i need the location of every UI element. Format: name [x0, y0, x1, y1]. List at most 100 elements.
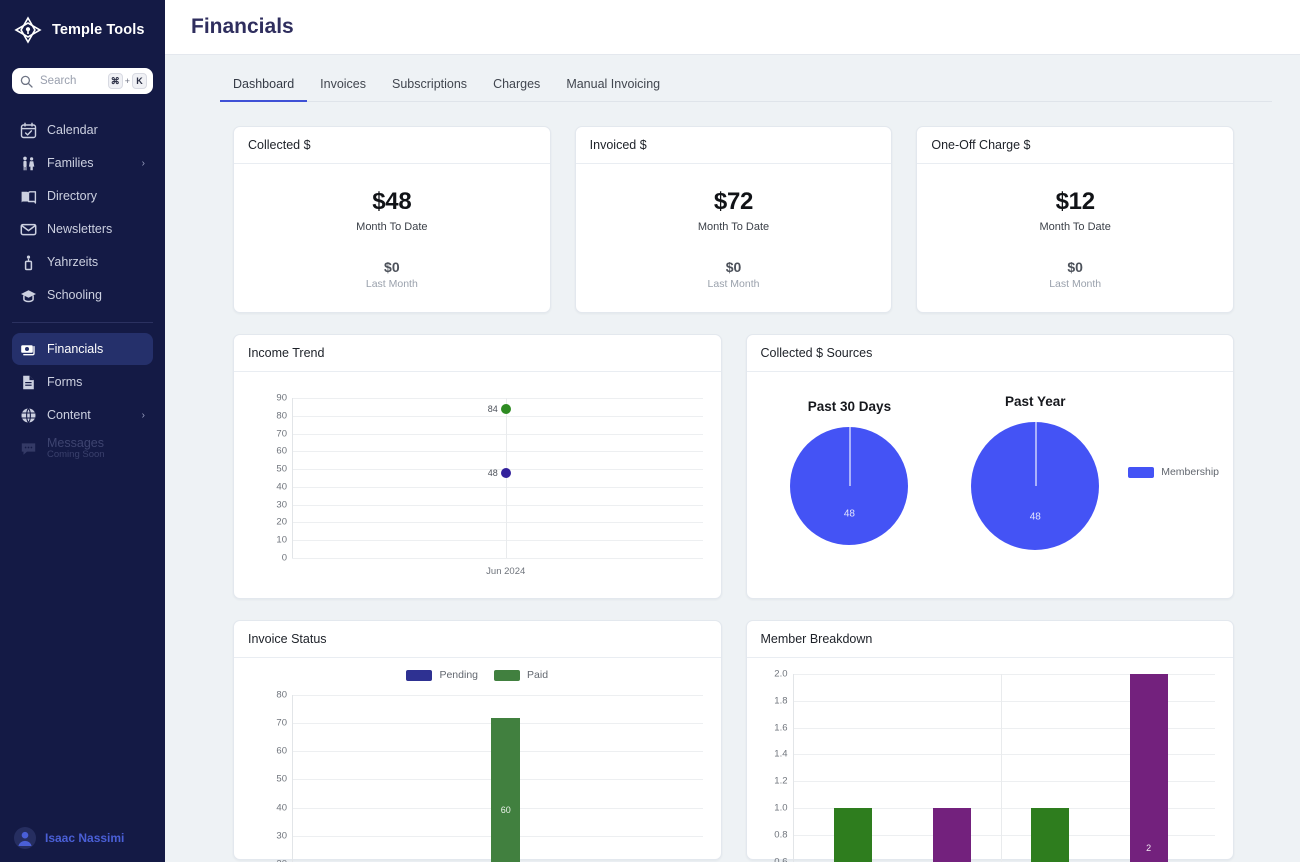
- sidebar-item-label: Yahrzeits: [47, 255, 145, 269]
- stat-mtd-value: $48: [244, 188, 540, 216]
- sidebar-item-calendar[interactable]: Calendar: [12, 114, 153, 146]
- pie-past-30-days: Past 30 Days 48: [757, 399, 943, 545]
- panel-invoice-status: Invoice Status Pending Paid: [233, 620, 722, 860]
- gridline: [292, 522, 703, 523]
- sidebar-item-label: Financials: [47, 342, 145, 356]
- sidebar-item-label: Directory: [47, 189, 145, 203]
- user-name: Isaac Nassimi: [45, 831, 124, 845]
- gridline: [292, 558, 703, 559]
- search-shortcut: ⌘ + K: [108, 73, 147, 89]
- tab-subscriptions[interactable]: Subscriptions: [379, 73, 480, 102]
- y-axis-tick: 0.6: [774, 856, 787, 862]
- bar[interactable]: 1: [834, 808, 872, 862]
- sidebar-item-label: Messages: [47, 436, 105, 450]
- sidebar-item-schooling[interactable]: Schooling: [12, 279, 153, 311]
- income-trend-chart: 01020304050607080908448Jun 2024: [234, 372, 721, 598]
- y-axis-line: [292, 695, 293, 862]
- tab-invoices[interactable]: Invoices: [307, 73, 379, 102]
- stat-last-value: $0: [244, 259, 540, 275]
- y-axis-tick: 20: [276, 858, 287, 862]
- stat-last-caption: Last Month: [586, 278, 882, 290]
- sidebar-item-label: Calendar: [47, 123, 145, 137]
- kbd-plus: +: [125, 76, 130, 86]
- pies-container: Past 30 Days 48 Past Year 48: [747, 372, 1234, 570]
- sidebar-item-label: Forms: [47, 375, 145, 389]
- panel-income-trend: Income Trend 01020304050607080908448Jun …: [233, 334, 722, 599]
- bar[interactable]: 1: [933, 808, 971, 862]
- stat-card-collected: Collected $ $48 Month To Date $0 Last Mo…: [233, 126, 551, 313]
- search-input[interactable]: [40, 75, 101, 87]
- gridline: [292, 505, 703, 506]
- pie-chart[interactable]: 48: [790, 427, 908, 545]
- candle-icon: [20, 254, 37, 271]
- pie-seam: [849, 427, 851, 486]
- stat-last-caption: Last Month: [927, 278, 1223, 290]
- stat-body: $12 Month To Date $0 Last Month: [917, 164, 1233, 312]
- card-title: Invoice Status: [234, 621, 721, 658]
- stat-mtd-caption: Month To Date: [244, 221, 540, 233]
- pie-legend: Membership: [1128, 466, 1223, 478]
- sidebar-divider: [12, 322, 153, 323]
- y-axis-tick: 30: [276, 830, 287, 841]
- dashboard-content: Collected $ $48 Month To Date $0 Last Mo…: [165, 102, 1300, 862]
- card-title: Collected $ Sources: [747, 335, 1234, 372]
- bar[interactable]: 2: [1130, 674, 1168, 862]
- bar[interactable]: 1: [1031, 808, 1069, 862]
- graduation-cap-icon: [20, 287, 37, 304]
- stat-mtd-value: $12: [927, 188, 1223, 216]
- data-point-label: 84: [488, 404, 498, 414]
- y-axis-tick: 20: [276, 517, 287, 528]
- collected-sources-chart: Past 30 Days 48 Past Year 48: [747, 372, 1234, 598]
- gridline: [292, 398, 703, 399]
- money-icon: [20, 341, 37, 358]
- legend-label-paid: Paid: [527, 669, 548, 681]
- card-title: Collected $: [234, 127, 550, 164]
- tab-dashboard[interactable]: Dashboard: [220, 73, 307, 102]
- sidebar-item-forms[interactable]: Forms: [12, 366, 153, 398]
- y-axis-tick: 30: [276, 499, 287, 510]
- legend-swatch-paid: [494, 670, 520, 681]
- charts-row-2: Invoice Status Pending Paid: [233, 620, 1234, 860]
- pie-value-label: 48: [1030, 511, 1041, 522]
- kbd-command: ⌘: [108, 73, 123, 89]
- tabs: Dashboard Invoices Subscriptions Charges…: [220, 73, 1272, 102]
- y-axis-tick: 70: [276, 428, 287, 439]
- brand[interactable]: Temple Tools: [0, 0, 165, 58]
- pie-seam: [1035, 422, 1037, 486]
- search-box[interactable]: ⌘ + K: [12, 68, 153, 94]
- stat-cards-row: Collected $ $48 Month To Date $0 Last Mo…: [233, 126, 1234, 313]
- y-axis-tick: 2.0: [774, 669, 787, 680]
- panel-member-breakdown: Member Breakdown 0.40.60.81.01.21.41.61.…: [746, 620, 1235, 860]
- legend-item-paid: Paid: [494, 669, 548, 681]
- tab-manual-invoicing[interactable]: Manual Invoicing: [553, 73, 673, 102]
- sidebar-item-label: Newsletters: [47, 222, 145, 236]
- data-point[interactable]: [501, 404, 511, 414]
- y-axis-tick: 50: [276, 464, 287, 475]
- sidebar-item-yahrzeits[interactable]: Yahrzeits: [12, 246, 153, 278]
- bar-value-label: 2: [1146, 843, 1151, 853]
- y-axis-tick: 0.8: [774, 829, 787, 840]
- tab-charges[interactable]: Charges: [480, 73, 553, 102]
- sidebar-item-newsletters[interactable]: Newsletters: [12, 213, 153, 245]
- member-breakdown-chart: 0.40.60.81.01.21.41.61.82.01112: [747, 658, 1234, 858]
- pie-chart[interactable]: 48: [971, 422, 1099, 550]
- sidebar-item-directory[interactable]: Directory: [12, 180, 153, 212]
- gridline: [292, 487, 703, 488]
- sidebar-user[interactable]: Isaac Nassimi: [0, 827, 165, 849]
- y-axis-tick: 80: [276, 410, 287, 421]
- gridline: [292, 434, 703, 435]
- data-point[interactable]: [501, 468, 511, 478]
- document-icon: [20, 374, 37, 391]
- sidebar-item-families[interactable]: Families ›: [12, 147, 153, 179]
- y-axis-tick: 60: [276, 746, 287, 757]
- y-axis-tick: 60: [276, 446, 287, 457]
- bar-segment[interactable]: 60: [491, 718, 520, 862]
- stat-body: $72 Month To Date $0 Last Month: [576, 164, 892, 312]
- y-axis-tick: 1.0: [774, 803, 787, 814]
- stat-mtd-value: $72: [586, 188, 882, 216]
- y-axis-tick: 1.8: [774, 695, 787, 706]
- sidebar-item-content[interactable]: Content ›: [12, 399, 153, 431]
- category-gridline: [506, 398, 507, 558]
- sidebar-item-financials[interactable]: Financials: [12, 333, 153, 365]
- legend-swatch-pending: [406, 670, 432, 681]
